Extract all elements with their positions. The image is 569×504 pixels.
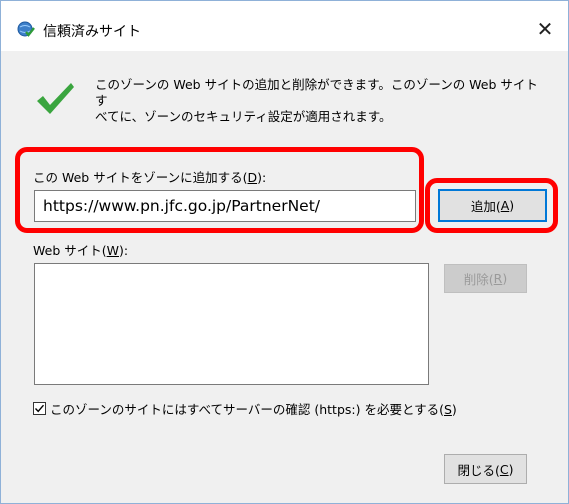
https-checkbox-label: このゾーンのサイトにはすべてサーバーの確認 (https:) を必要とする(S) (50, 402, 457, 417)
add-site-url-input[interactable] (34, 190, 416, 222)
https-requirement-option[interactable]: このゾーンのサイトにはすべてサーバーの確認 (https:) を必要とする(S) (33, 399, 457, 418)
dialog-title: 信頼済みサイト (43, 24, 141, 40)
add-button[interactable]: 追加(A) (438, 189, 547, 222)
checkmark-icon (34, 404, 45, 413)
remove-button[interactable]: 削除(R) (444, 264, 527, 293)
title-bar: 信頼済みサイト ✕ (1, 1, 568, 51)
add-site-label: この Web サイトをゾーンに追加する(D): (33, 170, 267, 185)
green-check-icon (35, 81, 75, 117)
websites-list[interactable] (34, 263, 429, 385)
info-text: このゾーンの Web サイトの追加と削除ができます。このゾーンの Web サイト… (95, 77, 545, 125)
https-checkbox[interactable] (33, 402, 46, 415)
info-line-1: このゾーンの Web サイトの追加と削除ができます。このゾーンの Web サイト… (95, 77, 538, 108)
globe-check-icon (17, 20, 35, 38)
info-line-2: べてに、ゾーンのセキュリティ設定が適用されます。 (95, 109, 392, 124)
close-icon[interactable]: ✕ (530, 15, 560, 43)
close-dialog-button[interactable]: 閉じる(C) (444, 454, 527, 484)
websites-label: Web サイト(W): (33, 243, 129, 258)
trusted-sites-dialog: 信頼済みサイト ✕ このゾーンの Web サイトの追加と削除ができます。このゾー… (0, 0, 569, 504)
